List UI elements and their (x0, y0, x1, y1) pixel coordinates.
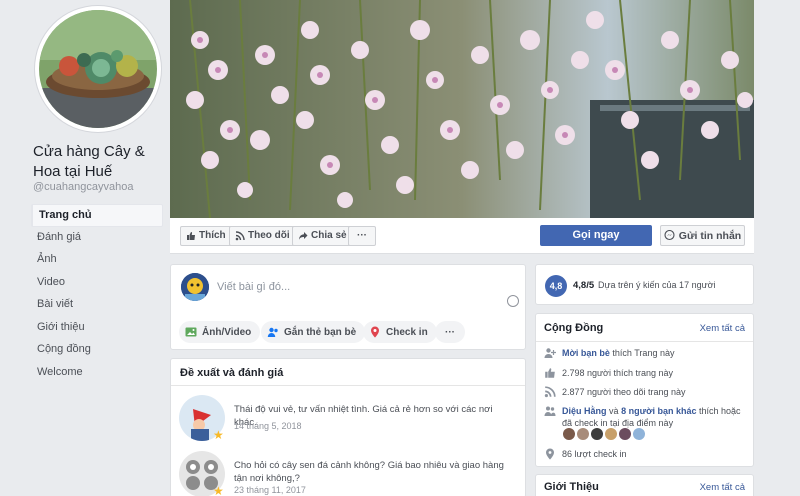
friend-avatar[interactable] (605, 428, 617, 440)
community-likes-row: 2.798 người thích trang này (544, 367, 749, 379)
like-button[interactable]: Thích (180, 226, 233, 246)
checkins-count-text: 86 lượt check in (562, 449, 627, 459)
community-follows-row: 2.877 người theo dõi trang này (544, 386, 749, 398)
cover-photo[interactable] (170, 0, 754, 218)
follows-count-text: 2.877 người theo dõi trang này (562, 387, 686, 397)
tag-friends-label: Gắn thẻ bạn bè (284, 326, 357, 338)
reviews-title: Đề xuất và đánh giá (180, 367, 284, 379)
rss-icon (235, 231, 245, 241)
nav-item-home[interactable]: Trang chủ (31, 204, 163, 227)
call-now-button[interactable]: Gọi ngay (540, 225, 652, 246)
page-handle[interactable]: @cuahangcayvahoa (33, 181, 133, 193)
community-see-all-link[interactable]: Xem tất cả (700, 323, 745, 334)
post-composer: Viết bài gì đó... Ảnh/Video Gắn thẻ bạn … (170, 264, 526, 350)
send-message-button[interactable]: Gửi tin nhắn (660, 225, 745, 246)
like-button-label: Thích (199, 230, 226, 241)
friend-and-text: và (609, 406, 619, 416)
reviews-section: Đề xuất và đánh giá ★ Thái độ vui vẻ, tư… (170, 358, 526, 496)
follow-button[interactable]: Theo dõi (229, 226, 297, 246)
divider (171, 385, 525, 386)
page-nav: Trang chủ Đánh giá Ảnh Video Bài viết Gi… (31, 204, 163, 384)
send-message-label: Gửi tin nhắn (678, 229, 742, 242)
friend-avatar[interactable] (577, 428, 589, 440)
thumbs-up-icon (545, 368, 555, 378)
other-friends-link[interactable]: 8 người bạn khác (621, 406, 696, 416)
check-in-icon (546, 448, 554, 460)
friend-avatar[interactable] (619, 428, 631, 440)
invite-text: thích Trang này (612, 348, 675, 358)
rating-badge: 4,8 (545, 275, 567, 297)
review-date[interactable]: 23 tháng 11, 2017 (234, 485, 306, 495)
rss-icon (544, 386, 556, 398)
friend-name-link[interactable]: Diệu Hằng (562, 406, 607, 416)
left-column: Cửa hàng Cây & Hoa tại Huế @cuahangcayva… (0, 0, 170, 496)
thumbs-up-icon (187, 232, 195, 240)
nav-item-photos[interactable]: Ảnh (31, 249, 163, 272)
likes-count-text: 2.798 người thích trang này (562, 368, 673, 378)
star-icon: ★ (213, 428, 224, 442)
community-checkins-row: 86 lượt check in (544, 448, 749, 460)
photo-icon (185, 327, 197, 337)
page-name[interactable]: Cửa hàng Cây & Hoa tại Huế (33, 142, 163, 182)
composer-input[interactable]: Viết bài gì đó... (217, 281, 290, 293)
community-title: Cộng Đồng (544, 322, 604, 334)
photo-video-label: Ảnh/Video (202, 326, 252, 338)
nav-item-videos[interactable]: Video (31, 272, 163, 295)
friends-icon (544, 406, 556, 416)
review-text: Cho hỏi có cây sen đá cảnh không? Giá ba… (234, 460, 504, 484)
rating-score: 4,8/5 (573, 280, 595, 291)
about-section: Giới Thiệu Xem tất cả (535, 474, 754, 496)
friend-avatar[interactable] (563, 428, 575, 440)
star-icon: ★ (213, 484, 224, 496)
rating-summary[interactable]: 4,8 4,8/5 Dựa trên ý kiến của 17 người (535, 264, 754, 305)
photo-video-button[interactable]: Ảnh/Video (179, 321, 261, 343)
nav-item-posts[interactable]: Bài viết (31, 294, 163, 317)
tag-friends-button[interactable]: Gắn thẻ bạn bè (261, 321, 366, 343)
nav-item-welcome[interactable]: Welcome (31, 362, 163, 385)
composer-avatar (181, 273, 209, 301)
composer-more-button[interactable]: ··· (435, 321, 465, 343)
emoji-icon[interactable] (507, 295, 519, 307)
friend-avatars (563, 428, 645, 440)
share-button-label: Chia sẻ (311, 230, 347, 241)
more-dots-icon: ··· (445, 326, 455, 338)
share-button[interactable]: Chia sẻ (292, 226, 354, 246)
nav-item-reviews[interactable]: Đánh giá (31, 227, 163, 250)
follow-button-label: Theo dõi (248, 230, 290, 241)
location-pin-icon (371, 326, 379, 338)
more-actions-button[interactable]: ··· (348, 226, 376, 246)
page-action-bar: Thích Theo dõi Chia sẻ ··· Gọi ngay Gửi … (170, 218, 754, 254)
nav-item-about[interactable]: Giới thiệu (31, 317, 163, 340)
page-profile-picture[interactable] (35, 6, 161, 132)
messenger-icon (664, 230, 675, 241)
check-in-button[interactable]: Check in (363, 321, 437, 343)
share-arrow-icon (299, 232, 308, 240)
community-friends-row: Diệu Hằng và 8 người bạn khác thích hoặc… (544, 405, 749, 429)
nav-item-community[interactable]: Cộng đồng (31, 339, 163, 362)
review-date[interactable]: 14 tháng 5, 2018 (234, 421, 302, 431)
invite-friends-link[interactable]: Mời bạn bè (562, 348, 610, 358)
about-see-all-link[interactable]: Xem tất cả (700, 482, 745, 493)
about-title: Giới Thiệu (544, 481, 599, 493)
community-section: Cộng Đồng Xem tất cả Mời bạn bè thích Tr… (535, 313, 754, 467)
rating-description: Dựa trên ý kiến của 17 người (598, 280, 716, 290)
invite-friends-icon (544, 348, 556, 358)
tag-friends-icon (267, 327, 278, 337)
divider (536, 341, 753, 342)
friend-avatar[interactable] (633, 428, 645, 440)
community-invite-row: Mời bạn bè thích Trang này (544, 347, 749, 359)
friend-avatar[interactable] (591, 428, 603, 440)
check-in-label: Check in (386, 326, 428, 338)
more-dots-icon: ··· (357, 230, 367, 241)
